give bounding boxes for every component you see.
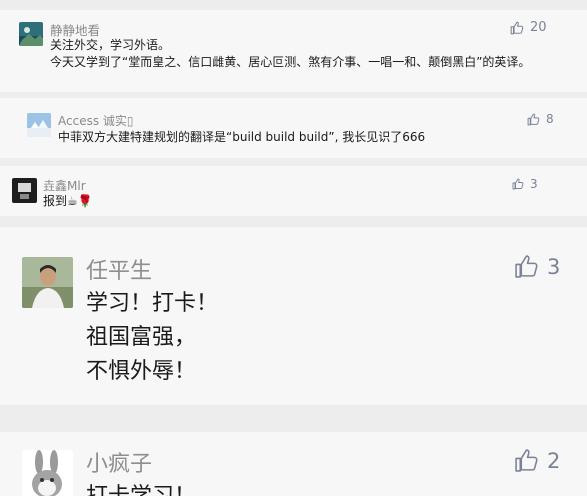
thumbs-up-icon [510,21,524,34]
comment-text: 打卡学习！ [86,480,196,496]
comment-line: 不惧外辱！ [86,359,197,384]
like-count: 8 [546,112,554,126]
avatar[interactable] [27,113,51,137]
avatar[interactable] [22,450,73,496]
like-count: 3 [530,177,538,191]
like-button[interactable]: 3 [514,254,560,279]
commenter-name[interactable]: 小疯子 [86,446,152,478]
comment-line: 关注外交，学习外语。 [50,38,171,52]
like-button[interactable]: 20 [510,20,547,35]
comment-line: 报到☕🌹 [43,194,93,208]
avatar[interactable] [19,22,43,46]
thumbs-up-icon [512,178,524,190]
avatar[interactable] [12,178,37,203]
comment-card: 任平生 学习！打卡！ 祖国富强， 不惧外辱！ 3 [0,227,587,405]
comment-card: 垚鑫Mlr 报到☕🌹 3 [0,166,587,216]
comment-line: 打卡学习！ [86,480,196,496]
avatar[interactable] [22,257,73,308]
thumbs-up-icon [515,449,538,472]
like-button[interactable]: 8 [527,112,554,126]
comment-line: 学习！打卡！ [86,291,219,316]
commenter-name[interactable]: 垚鑫Mlr [43,177,86,194]
thumbs-up-icon [515,255,538,278]
thumbs-up-icon [527,113,540,125]
comment-card: 小疯子 打卡学习！ 2 [0,432,587,496]
comment-line: 中菲双方大建特建规划的翻译是“build build build”, 我长见识了… [58,130,426,144]
commenter-name[interactable]: Access 诚实▯ [58,112,134,129]
comment-text: 关注外交，学习外语。 今天又学到了“堂而皇之、信口雌黄、居心叵测、煞有介事、一唱… [50,37,550,70]
comment-text: 学习！打卡！ 祖国富强， 不惧外辱！ [86,287,218,389]
like-count: 20 [530,20,547,35]
comment-card: 静静地看 关注外交，学习外语。 今天又学到了“堂而皇之、信口雌黄、居心叵测、煞有… [0,10,587,92]
comment-line: 祖国富强， [86,325,197,350]
like-button[interactable]: 3 [512,177,538,191]
comment-text: 报到☕🌹 [43,193,93,209]
like-count: 2 [547,448,561,473]
comment-line: 今天又学到了“堂而皇之、信口雌黄、居心叵测、煞有介事、一唱一和、颠倒黑白”的英译… [50,54,531,69]
comment-text: 中菲双方大建特建规划的翻译是“build build build”, 我长见识了… [58,129,558,145]
commenter-name[interactable]: 任平生 [86,253,152,285]
comment-card: Access 诚实▯ 中菲双方大建特建规划的翻译是“build build bu… [0,98,587,158]
like-count: 3 [547,254,561,279]
like-button[interactable]: 2 [514,448,560,473]
